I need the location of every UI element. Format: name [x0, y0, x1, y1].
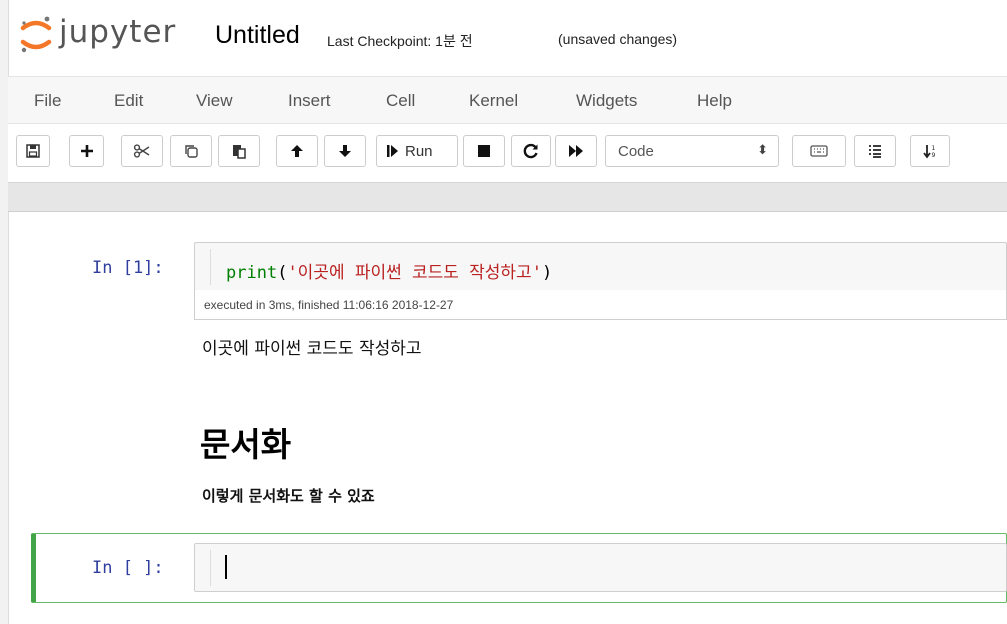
code-close-paren: )	[541, 263, 553, 283]
notebook-title[interactable]: Untitled	[215, 21, 300, 50]
copy-icon	[183, 143, 199, 159]
menu-cell[interactable]: Cell	[386, 91, 415, 111]
notebook-header: jupyter Untitled Last Checkpoint: 1분 전 (…	[8, 0, 1007, 76]
sort-icon: 19	[922, 143, 938, 159]
menu-file[interactable]: File	[34, 91, 61, 111]
cell-1-prompt: In [1]:	[92, 258, 164, 278]
plus-icon	[79, 143, 95, 159]
paste-icon	[231, 143, 247, 159]
cell-1-code: print('이곳에 파이썬 코드도 작성하고')	[226, 258, 552, 283]
svg-text:9: 9	[932, 152, 936, 159]
cell-2-prompt: In [ ]:	[92, 558, 164, 578]
menubar: File Edit View Insert Cell Kernel Widget…	[8, 76, 1007, 124]
cut-icon	[133, 143, 151, 159]
save-icon	[25, 143, 41, 159]
svg-text:1: 1	[932, 145, 936, 152]
code-func: print	[226, 263, 278, 283]
arrow-up-icon	[289, 143, 305, 159]
restart-icon	[523, 143, 539, 159]
menu-help[interactable]: Help	[697, 91, 732, 111]
menu-view[interactable]: View	[196, 91, 233, 111]
cell-2-input[interactable]	[194, 543, 1007, 592]
unsaved-status: (unsaved changes)	[558, 31, 678, 47]
cell-2-gutter	[210, 550, 211, 586]
sort-button[interactable]: 19	[910, 135, 950, 167]
fast-forward-icon	[568, 144, 584, 158]
jupyter-logo-text[interactable]: jupyter	[59, 14, 176, 50]
toolbar: Run Code ⬍ 19	[8, 124, 1007, 182]
cut-button[interactable]	[121, 135, 163, 167]
run-icon	[387, 144, 399, 158]
interrupt-button[interactable]	[463, 135, 505, 167]
toc-button[interactable]	[854, 135, 896, 167]
jupyter-logo-icon[interactable]	[17, 14, 55, 54]
select-arrows-icon: ⬍	[757, 142, 768, 157]
text-cursor	[225, 555, 227, 579]
toolbar-divider-band	[8, 182, 1007, 212]
move-down-button[interactable]	[324, 135, 366, 167]
run-button-label: Run	[405, 142, 433, 160]
list-icon	[867, 143, 883, 159]
code-open-paren: (	[277, 263, 288, 283]
markdown-paragraph[interactable]: 이렇게 문서화도 할 수 있죠	[202, 485, 375, 506]
move-up-button[interactable]	[276, 135, 318, 167]
keyboard-icon	[810, 145, 828, 157]
cell-1-gutter	[210, 249, 211, 285]
menu-edit[interactable]: Edit	[114, 91, 143, 111]
save-button[interactable]	[16, 135, 50, 167]
restart-run-all-button[interactable]	[555, 135, 597, 167]
menu-widgets[interactable]: Widgets	[576, 91, 637, 111]
last-checkpoint: Last Checkpoint: 1분 전	[327, 33, 473, 49]
stop-icon	[477, 144, 491, 158]
arrow-down-icon	[337, 143, 353, 159]
markdown-heading[interactable]: 문서화	[200, 418, 291, 466]
code-string: '이곳에 파이썬 코드도 작성하고'	[287, 263, 542, 283]
execution-time-info: executed in 3ms, finished 11:06:16 2018-…	[194, 290, 1007, 320]
cell-1-output: 이곳에 파이썬 코드도 작성하고	[202, 339, 422, 359]
restart-button[interactable]	[511, 135, 551, 167]
paste-button[interactable]	[218, 135, 260, 167]
command-palette-button[interactable]	[792, 135, 846, 167]
menu-insert[interactable]: Insert	[288, 91, 331, 111]
insert-cell-button[interactable]	[69, 135, 104, 167]
cell-type-select[interactable]: Code ⬍	[605, 135, 779, 167]
menu-kernel[interactable]: Kernel	[469, 91, 518, 111]
cell-type-value: Code	[618, 143, 654, 160]
copy-button[interactable]	[170, 135, 212, 167]
run-button[interactable]: Run	[376, 135, 458, 167]
